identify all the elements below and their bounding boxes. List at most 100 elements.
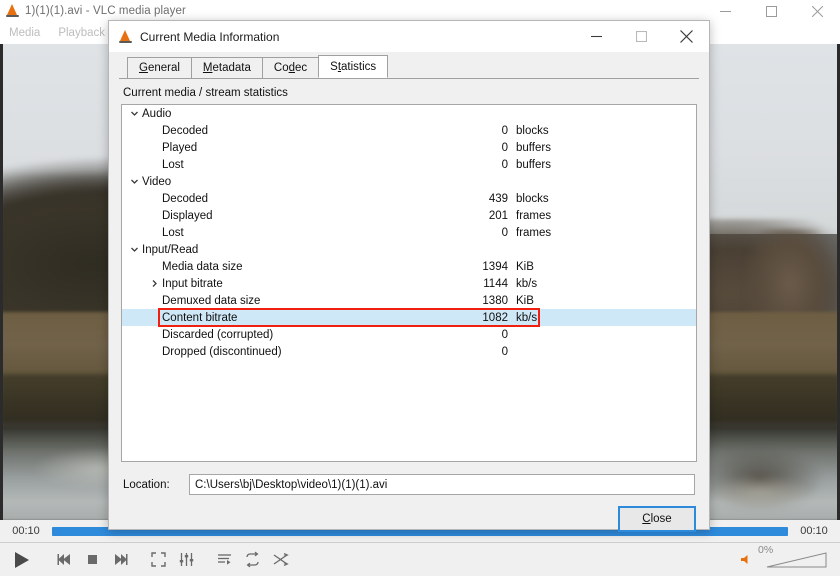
main-window-controls xyxy=(702,0,840,22)
close-icon[interactable] xyxy=(794,0,840,22)
volume-icon[interactable] xyxy=(734,548,758,572)
stat-label: Content bitrate xyxy=(162,311,238,324)
stat-label: Audio xyxy=(142,107,172,120)
stat-label: Input bitrate xyxy=(162,277,223,290)
stat-row[interactable]: Lost 0 frames xyxy=(122,224,696,241)
volume-slider[interactable] xyxy=(766,551,828,569)
stat-value: 0 xyxy=(501,124,508,137)
chevron-down-icon[interactable] xyxy=(126,109,142,118)
statistics-section-label: Current media / stream statistics xyxy=(123,87,288,99)
stat-label: Input/Read xyxy=(142,243,199,256)
dialog-titlebar: Current Media Information xyxy=(109,21,709,52)
stat-label: Displayed xyxy=(162,209,213,222)
stat-row[interactable]: Decoded 0 blocks xyxy=(122,122,696,139)
stat-value: 0 xyxy=(501,226,508,239)
vlc-cone-icon xyxy=(6,4,19,17)
location-input[interactable] xyxy=(189,474,695,495)
main-window-title: 1)(1)(1).avi - VLC media player xyxy=(25,4,186,17)
stat-label: Dropped (discontinued) xyxy=(162,345,282,358)
stat-label: Decoded xyxy=(162,124,209,137)
stat-unit: buffers xyxy=(516,158,551,171)
main-window-titlebar: 1)(1)(1).avi - VLC media player xyxy=(0,0,840,22)
play-button[interactable] xyxy=(4,546,38,574)
stat-row[interactable]: Discarded (corrupted) 0 xyxy=(122,326,696,343)
stat-row[interactable]: Content bitrate 1082 kb/s xyxy=(122,309,696,326)
stat-unit: blocks xyxy=(516,124,549,137)
statistics-tree[interactable]: Audio Decoded 0 blocks Played 0 buffers Lost 0 bu… xyxy=(121,104,697,462)
stat-row[interactable]: Input/Read xyxy=(122,241,696,258)
tab-metadata[interactable]: Metadata xyxy=(190,57,263,78)
stat-value: 0 xyxy=(501,141,508,154)
stat-row[interactable]: Played 0 buffers xyxy=(122,139,696,156)
stat-row[interactable]: Demuxed data size 1380 KiB xyxy=(122,292,696,309)
stat-label: Decoded xyxy=(162,192,209,205)
previous-button[interactable] xyxy=(52,548,76,572)
dialog-button-row: Close xyxy=(123,506,696,532)
stat-value: 201 xyxy=(488,209,508,222)
dialog-tabstrip: General Metadata Codec Statistics xyxy=(119,55,699,79)
close-icon[interactable] xyxy=(664,21,709,52)
loop-icon[interactable] xyxy=(240,548,264,572)
stat-label: Video xyxy=(142,175,172,188)
video-letterbox-left xyxy=(0,44,3,520)
stat-unit: KiB xyxy=(516,294,534,307)
minimize-icon[interactable] xyxy=(574,21,619,52)
stat-row[interactable]: Lost 0 buffers xyxy=(122,156,696,173)
time-elapsed-label[interactable]: 00:10 xyxy=(0,525,52,537)
maximize-icon[interactable] xyxy=(748,0,794,22)
stat-row[interactable]: Audio xyxy=(122,105,696,122)
equalizer-icon[interactable] xyxy=(174,548,198,572)
stat-value: 439 xyxy=(488,192,508,205)
dialog-title: Current Media Information xyxy=(140,29,280,44)
stat-value: 1082 xyxy=(482,311,508,324)
stat-unit: frames xyxy=(516,226,552,239)
maximize-icon[interactable] xyxy=(619,21,664,52)
stat-row[interactable]: Decoded 439 blocks xyxy=(122,190,696,207)
stat-label: Played xyxy=(162,141,198,154)
stop-button[interactable] xyxy=(80,548,104,572)
close-button[interactable]: Close xyxy=(618,506,696,532)
stat-row[interactable]: Video xyxy=(122,173,696,190)
time-total-label[interactable]: 00:10 xyxy=(788,525,840,537)
tab-codec[interactable]: Codec xyxy=(261,57,320,78)
stat-unit: kb/s xyxy=(516,277,538,290)
stat-value: 1144 xyxy=(483,277,508,290)
stat-unit: blocks xyxy=(516,192,549,205)
chevron-right-icon[interactable] xyxy=(146,279,162,288)
video-reeds xyxy=(700,469,840,520)
chevron-down-icon[interactable] xyxy=(126,245,142,254)
menu-item-playback[interactable]: Playback xyxy=(49,22,114,44)
stat-row[interactable]: Displayed 201 frames xyxy=(122,207,696,224)
stat-value: 0 xyxy=(501,328,508,341)
stat-label: Demuxed data size xyxy=(162,294,261,307)
stat-label: Media data size xyxy=(162,260,243,273)
stat-label: Lost xyxy=(162,226,184,239)
stat-unit: kb/s xyxy=(516,311,538,324)
stat-row[interactable]: Media data size 1394 KiB xyxy=(122,258,696,275)
stat-label: Lost xyxy=(162,158,184,171)
tab-statistics[interactable]: Statistics xyxy=(318,55,389,78)
location-label: Location: xyxy=(123,478,170,491)
tab-general[interactable]: General xyxy=(127,57,192,78)
stat-unit: buffers xyxy=(516,141,551,154)
playlist-icon[interactable] xyxy=(212,548,236,572)
stat-value: 0 xyxy=(501,345,508,358)
stat-row[interactable]: Dropped (discontinued) 0 xyxy=(122,343,696,360)
media-information-dialog: Current Media Information General Metada… xyxy=(108,20,710,532)
stat-row[interactable]: Input bitrate 1144 kb/s xyxy=(122,275,696,292)
playback-toolbar: 0% xyxy=(0,542,840,576)
next-button[interactable] xyxy=(108,548,132,572)
minimize-icon[interactable] xyxy=(702,0,748,22)
vlc-cone-icon xyxy=(119,30,132,43)
chevron-down-icon[interactable] xyxy=(126,177,142,186)
fullscreen-icon[interactable] xyxy=(146,548,170,572)
stat-value: 1394 xyxy=(482,260,508,273)
stat-unit: frames xyxy=(516,209,552,222)
shuffle-icon[interactable] xyxy=(268,548,292,572)
menu-item-media[interactable]: Media xyxy=(0,22,49,44)
vlc-application: 1)(1)(1).avi - VLC media player Media Pl… xyxy=(0,0,840,576)
volume-control[interactable]: 0% xyxy=(732,544,828,572)
stat-unit: KiB xyxy=(516,260,534,273)
stat-value: 0 xyxy=(501,158,508,171)
stat-value: 1380 xyxy=(482,294,508,307)
